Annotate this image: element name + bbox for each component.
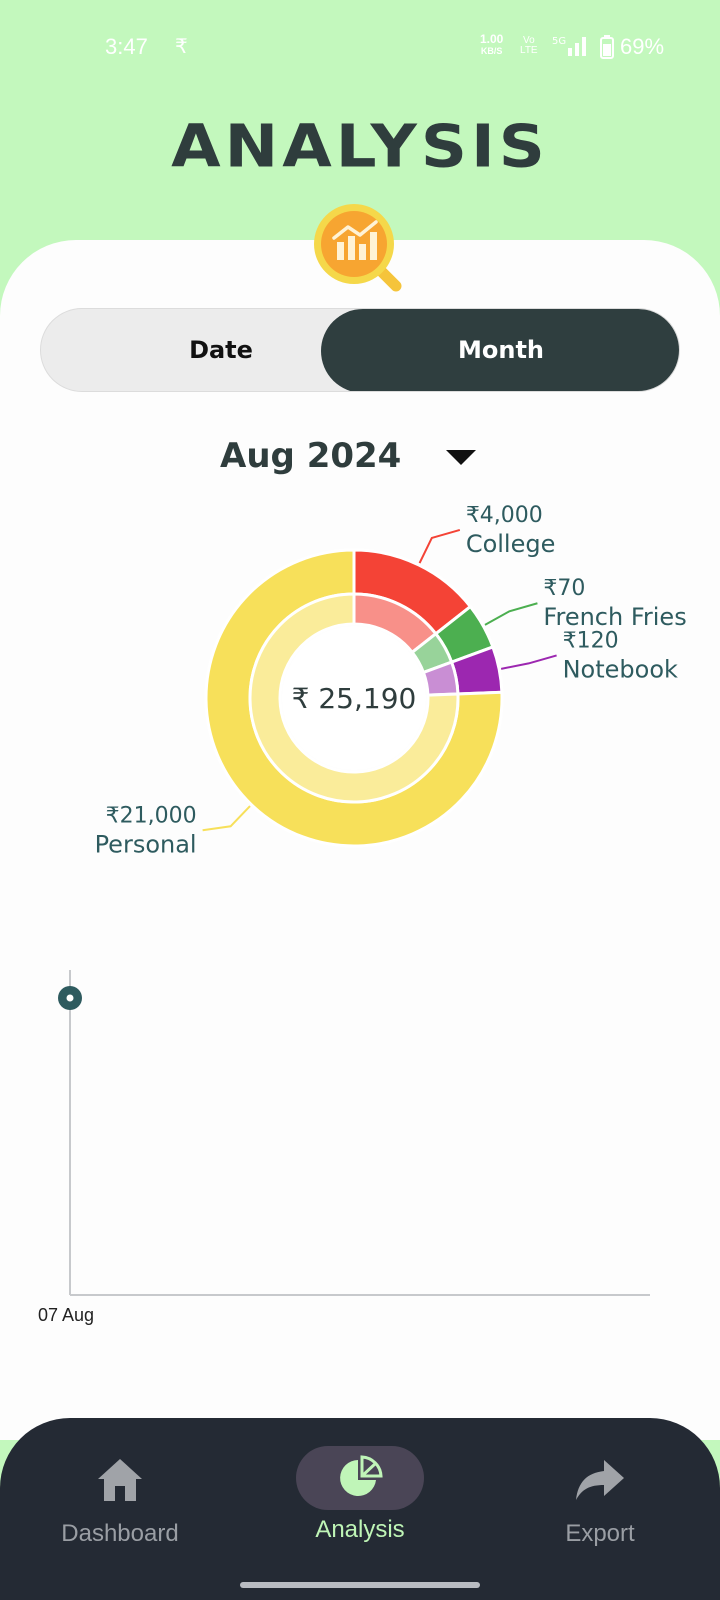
date-month-toggle: Date Month [40,308,680,392]
home-indicator[interactable] [240,1582,480,1588]
rupee-icon: ₹ [175,34,188,58]
signal-icon: 5G [552,36,586,56]
status-bar: 3:47 ₹ 1.00 KB/S Vo LTE 5G 69% [0,0,720,96]
month-dropdown[interactable]: Aug 2024 [220,428,476,484]
home-icon [20,1454,220,1506]
selected-month: Aug 2024 [220,436,402,476]
nav-analysis-label: Analysis [315,1516,405,1543]
net-speed-value: 1.00 [480,32,504,46]
battery-level: 69% [620,34,665,59]
page-title: ANALYSIS [171,112,549,182]
nav-dashboard[interactable]: Dashboard [20,1454,220,1548]
leader-line-college [418,528,461,564]
net-speed-unit: KB/S [480,46,503,56]
slice-label-french-fries: French Fries [543,603,686,631]
nav-export[interactable]: Export [500,1454,700,1548]
status-time: 3:47 [105,34,148,59]
caret-down-icon [446,450,476,465]
tab-month[interactable]: Month [321,309,679,391]
slice-amount-notebook: ₹120 [563,628,619,653]
x-tick-label: 07 Aug [38,1305,95,1325]
volte-indicator: Vo LTE [520,36,538,56]
bottom-nav: Dashboard Analysis Export [0,1418,720,1600]
daily-spending-chart [58,970,650,1296]
slice-amount-college: ₹4,000 [466,503,543,528]
volte-bottom: LTE [520,45,538,56]
nav-export-label: Export [565,1520,635,1547]
category-donut-chart: ₹4,000College ₹70French Fries₹120Notebook… [95,503,687,858]
slice-amount-french-fries: ₹70 [543,576,585,601]
analysis-magnifier-icon [314,204,402,292]
slice-label-personal: Personal [95,830,197,858]
nav-analysis[interactable]: Analysis [260,1446,460,1544]
donut-center-total: ₹ 25,190 [292,682,417,715]
slice-amount-personal: ₹21,000 [106,803,197,828]
leader-line-personal [202,805,251,832]
net-speed-indicator: 1.00 KB/S [480,32,504,57]
slice-label-college: College [466,530,556,558]
nav-dashboard-label: Dashboard [61,1520,179,1547]
pie-chart-icon [296,1446,424,1510]
share-arrow-icon [500,1454,700,1506]
network-label: 5G [552,36,566,47]
line-point-center [66,994,74,1002]
leader-line-notebook [500,654,557,670]
leader-line-french-fries [484,602,538,626]
battery-icon [600,35,614,59]
slice-label-notebook: Notebook [563,655,678,683]
